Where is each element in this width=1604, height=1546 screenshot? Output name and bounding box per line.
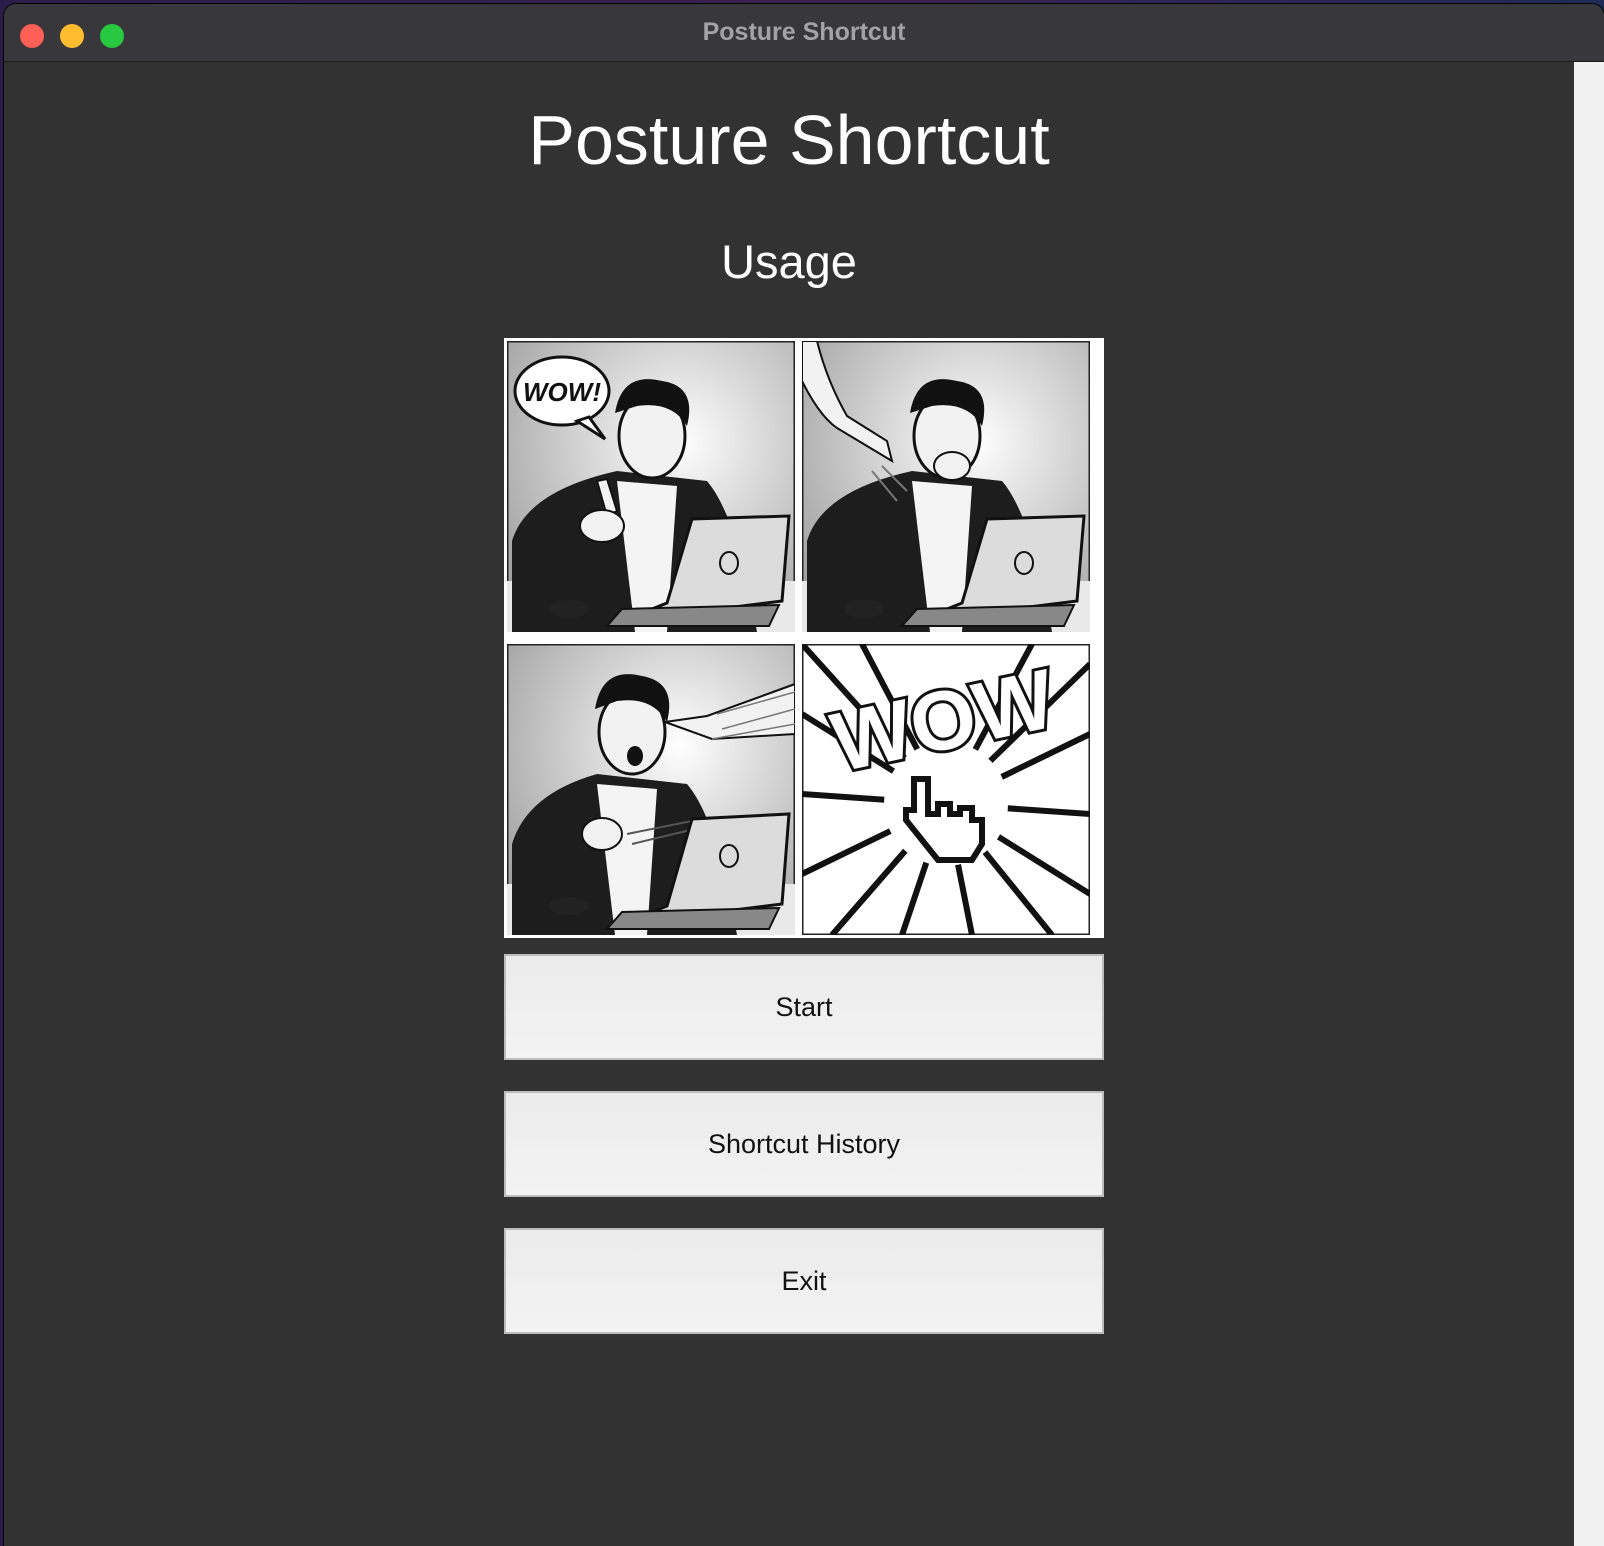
main-content: Posture Shortcut Usage WOW! WOW Start Sh… (4, 62, 1574, 1546)
usage-heading: Usage (721, 235, 857, 288)
speech-bubble-text: WOW! (523, 377, 601, 407)
comic-panel-4: WOW (802, 644, 1090, 935)
app-window: Posture Shortcut Posture Shortcut Usage (4, 4, 1604, 1546)
usage-comic-image: WOW! WOW (504, 338, 1104, 938)
title-bar: Posture Shortcut (4, 4, 1604, 62)
scrollbar-track[interactable] (1574, 62, 1604, 1546)
page-title: Posture Shortcut (528, 101, 1050, 179)
comic-panel-3 (507, 644, 795, 935)
start-button[interactable]: Start (504, 954, 1104, 1060)
shortcut-history-button[interactable]: Shortcut History (504, 1091, 1104, 1197)
window-title: Posture Shortcut (702, 18, 906, 46)
comic-panel-1: WOW! (507, 341, 795, 632)
comic-panel-2 (802, 341, 1090, 632)
exit-button[interactable]: Exit (504, 1228, 1104, 1334)
